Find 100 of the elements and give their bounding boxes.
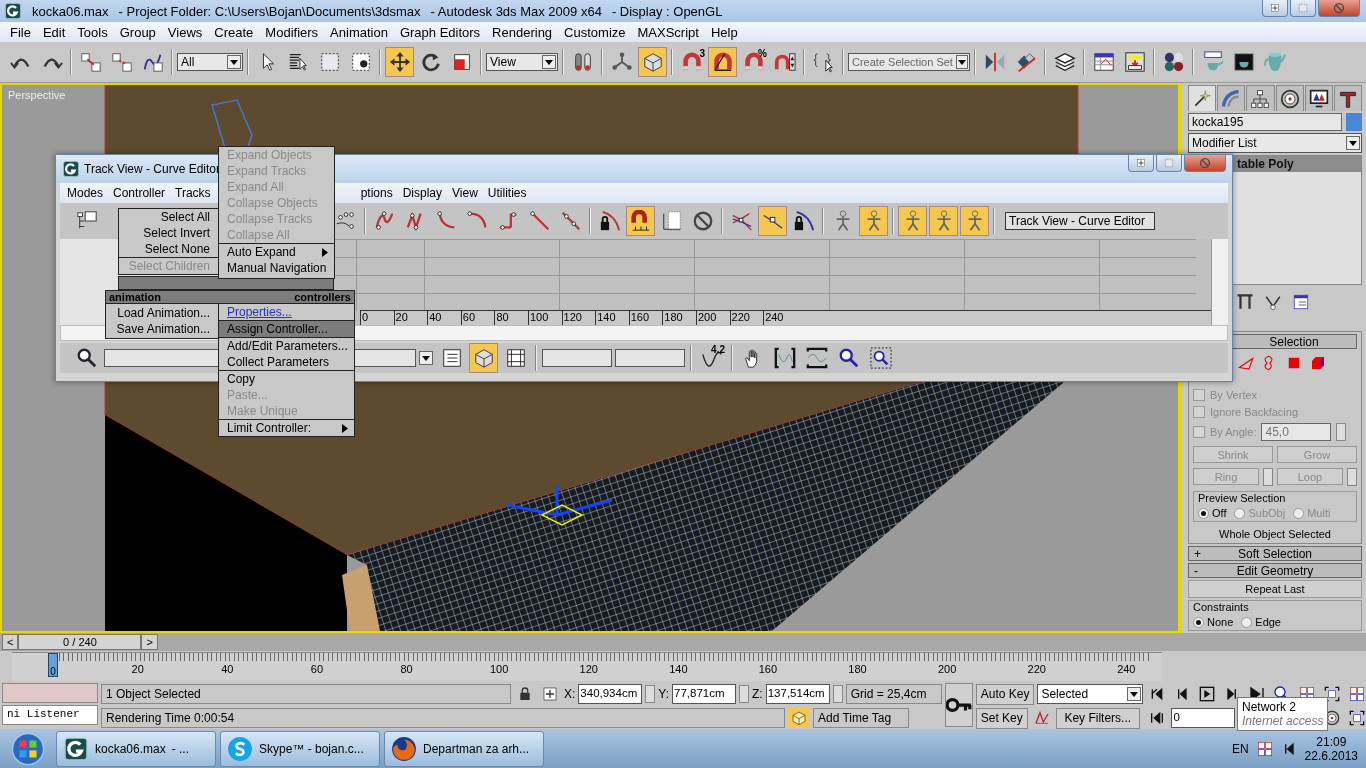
- time-slider-thumb[interactable]: 0 / 240: [18, 634, 142, 650]
- angle-field[interactable]: 45,0: [1261, 423, 1332, 441]
- coordinate-field[interactable]: 340,934cm: [578, 684, 643, 704]
- task-title: Departman za arh...: [423, 742, 530, 756]
- track-bar[interactable]: 0 20 40 60 80 100 120 140 160 180 200 220 240: [12, 652, 1162, 681]
- menu-item[interactable]: Properties...: [219, 304, 354, 320]
- name-field[interactable]: Track View - Curve Editor: [1005, 212, 1155, 230]
- frame-label: 100: [489, 663, 510, 675]
- menu-item[interactable]: MAXScript: [631, 24, 705, 40]
- menu-item[interactable]: Load Animation...: [106, 305, 218, 321]
- key-filters-button[interactable]: Key Filters...: [1055, 707, 1140, 729]
- modifier-list-dropdown[interactable]: Modifier List: [1188, 133, 1362, 153]
- menu-item[interactable]: Collect Parameters: [219, 354, 354, 370]
- menu-item[interactable]: Select All: [119, 209, 218, 225]
- menu-item[interactable]: Utilities: [482, 186, 532, 200]
- time-tag-field[interactable]: Add Time Tag: [813, 708, 909, 728]
- rollout-header[interactable]: Selection: [1231, 334, 1357, 349]
- snap-button[interactable]: 3: [677, 47, 706, 77]
- menu-item[interactable]: Animation: [324, 24, 394, 40]
- group-title: Preview Selection: [1198, 492, 1287, 504]
- axis-label: Z:: [752, 687, 763, 701]
- menu-item[interactable]: Views: [161, 24, 209, 40]
- radio-label: Off: [1212, 507, 1227, 519]
- menu-item[interactable]: Rendering: [486, 24, 559, 40]
- checkbox-label: By Vertex: [1210, 389, 1258, 401]
- menu-item[interactable]: Select None: [119, 241, 218, 257]
- task-detail: - ...: [171, 742, 190, 756]
- previous-frame-button[interactable]: <: [2, 634, 19, 650]
- menu-item[interactable]: Modes: [62, 186, 109, 200]
- menu-item[interactable]: Edit: [36, 24, 72, 40]
- menu-item[interactable]: Group: [113, 24, 162, 40]
- menu-item[interactable]: Add/Edit Parameters...: [219, 338, 354, 354]
- key-mode-dropdown[interactable]: Selected: [1037, 684, 1144, 704]
- value-button[interactable]: 4.2: [697, 343, 726, 373]
- frame-label: 200: [937, 663, 958, 675]
- menu-item[interactable]: Help: [704, 24, 744, 40]
- radio-label: None: [1207, 616, 1234, 628]
- menu-header-label: animation: [109, 291, 161, 303]
- window-title: kocka06.max: [32, 3, 109, 19]
- taskbar-button[interactable]: Departman za arh...: [384, 731, 544, 767]
- selection-status: 1 Object Selected: [101, 684, 511, 704]
- menu-item[interactable]: View: [447, 186, 483, 200]
- display-mode: - Display : OpenGL: [611, 3, 723, 19]
- menu-item[interactable]: Limit Controller:: [219, 420, 354, 436]
- menu-item[interactable]: Select Invert: [119, 225, 218, 241]
- menu-item[interactable]: Assign Controller...: [219, 321, 354, 337]
- tooltip-title: Network 2: [1242, 700, 1298, 714]
- taskbar-button[interactable]: kocka06.max - ...: [56, 731, 216, 767]
- menu-item[interactable]: Display: [397, 186, 447, 200]
- listener-field[interactable]: ni Listener: [2, 705, 98, 725]
- task-title: kocka06.max: [95, 742, 166, 756]
- menu-item[interactable]: Auto Expand: [219, 244, 334, 260]
- selection-status: Whole Object Selected: [1218, 527, 1332, 541]
- menu-item[interactable]: Copy: [219, 371, 354, 387]
- percent-snap-button[interactable]: %: [739, 47, 768, 77]
- dropdown[interactable]: View: [486, 53, 558, 71]
- menu-item[interactable]: ptions: [355, 186, 398, 200]
- frame-label: 140: [669, 663, 689, 675]
- frame-label: 20: [131, 663, 145, 675]
- coordinate-field[interactable]: 137,514cm: [765, 684, 830, 704]
- menu-item[interactable]: Tracks: [170, 186, 216, 200]
- axis-label: X:: [564, 687, 576, 701]
- frame-field[interactable]: 0: [1171, 708, 1236, 728]
- checkbox-label: Ignore Backfacing: [1210, 406, 1299, 418]
- auto-key-button[interactable]: Auto Key: [975, 683, 1035, 705]
- rollout-header[interactable]: - Edit Geometry: [1188, 563, 1362, 578]
- menu-item[interactable]: Manual Navigation: [219, 260, 334, 276]
- menu-header-label: controllers: [294, 291, 351, 303]
- app-name: - Autodesk 3ds Max 2009 x64: [430, 3, 602, 19]
- radio-label: SubObj: [1248, 507, 1286, 519]
- set-key-button[interactable]: Set Key: [975, 707, 1028, 729]
- coordinate-field[interactable]: 77,871cm: [672, 684, 737, 704]
- taskbar-button[interactable]: Skype™ - bojan.c...: [220, 731, 380, 767]
- task-title: Skype™ - bojan.c...: [259, 742, 364, 756]
- checkbox-label: By Angle:: [1210, 426, 1257, 438]
- stack-item[interactable]: table Poly: [1233, 156, 1361, 172]
- radio-label: Edge: [1255, 616, 1281, 628]
- dropdown[interactable]: Create Selection Set: [848, 53, 970, 71]
- menu-item[interactable]: Save Animation...: [106, 321, 218, 337]
- object-name-field[interactable]: kocka195: [1188, 113, 1342, 131]
- clock[interactable]: 21:09 22.6.2013: [1304, 735, 1358, 763]
- repeat-last-button[interactable]: Repeat Last: [1188, 580, 1362, 598]
- language-indicator[interactable]: EN: [1231, 742, 1249, 756]
- menu-item[interactable]: Customize: [558, 24, 632, 40]
- frame-label: 120: [579, 663, 599, 675]
- dropdown[interactable]: All: [177, 53, 243, 71]
- tooltip-text: Internet access: [1242, 714, 1324, 728]
- rollout-header[interactable]: + Soft Selection: [1188, 546, 1362, 561]
- menu-item[interactable]: Tools: [71, 24, 114, 40]
- menu-item[interactable]: Create: [208, 24, 260, 40]
- frame-label: 240: [1117, 663, 1137, 675]
- frame-label: 160: [758, 663, 779, 675]
- time-marker[interactable]: 0: [48, 653, 58, 677]
- next-frame-button[interactable]: >: [141, 634, 158, 650]
- menu-item[interactable]: Graph Editors: [393, 24, 487, 40]
- menu-item[interactable]: File: [4, 24, 37, 40]
- menu-item[interactable]: Controller: [108, 186, 171, 200]
- menu-item[interactable]: Modifiers: [259, 24, 325, 40]
- frame-label: 180: [848, 663, 868, 675]
- grid-status: Grid = 25,4cm: [845, 684, 942, 704]
